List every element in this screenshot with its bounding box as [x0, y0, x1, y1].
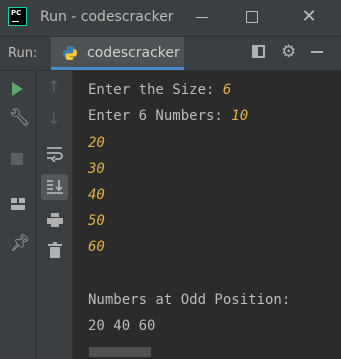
layout-panel-icon[interactable]: [11, 198, 25, 210]
run-label: Run:: [8, 46, 38, 61]
soft-wrap-icon[interactable]: [46, 146, 64, 162]
print-icon[interactable]: [47, 213, 63, 227]
minimize-button[interactable]: [196, 17, 208, 18]
hide-icon[interactable]: [311, 51, 323, 53]
numbers-prompt: Enter 6 Numbers:: [88, 108, 232, 124]
pin-icon[interactable]: 📌︎: [10, 233, 30, 252]
horizontal-scrollbar[interactable]: [89, 347, 151, 357]
size-input: 6: [222, 82, 232, 98]
run-actions-sidebar: 🔧︎ 📌︎: [0, 71, 37, 359]
number-input: 10: [231, 108, 249, 124]
active-tab-indicator: [51, 67, 184, 70]
wrench-icon[interactable]: 🔧︎: [9, 108, 31, 128]
number-input: 60: [88, 239, 105, 255]
down-arrow-icon[interactable]: ↓: [47, 109, 60, 128]
tab-codescracker[interactable]: codescracker: [51, 37, 184, 70]
maximize-button[interactable]: [246, 11, 258, 23]
stop-icon[interactable]: [11, 153, 23, 165]
console-line: Enter the Size: 6: [88, 82, 231, 99]
result-values: 20 40 60: [88, 318, 156, 334]
tab-label: codescracker: [87, 45, 180, 61]
title-bar: PC Run - codescracker ✕: [0, 0, 341, 37]
number-input: 30: [88, 161, 105, 177]
trash-icon[interactable]: [48, 242, 62, 258]
python-icon: [63, 46, 77, 60]
number-input: 40: [88, 187, 105, 203]
app-logo-text: PC: [11, 9, 22, 17]
run-icon[interactable]: [12, 82, 23, 96]
up-arrow-icon[interactable]: ↑: [47, 77, 60, 96]
gear-icon[interactable]: ⚙: [281, 42, 296, 62]
number-input: 50: [88, 213, 105, 229]
console-output[interactable]: Enter the Size: 6 Enter 6 Numbers: 10 20…: [73, 71, 341, 359]
scroll-to-end-icon[interactable]: [46, 179, 64, 195]
size-prompt: Enter the Size:: [88, 82, 223, 98]
result-label: Numbers at Odd Position:: [88, 292, 291, 308]
number-input: 20: [88, 135, 105, 151]
close-button[interactable]: ✕: [298, 6, 320, 28]
console-actions-sidebar: ↑ ↓: [37, 71, 73, 359]
console-line: Enter 6 Numbers: 10: [88, 108, 248, 125]
pycharm-logo-icon: PC: [8, 7, 27, 26]
window-title: Run - codescracker: [40, 9, 174, 25]
restore-layout-icon[interactable]: [252, 45, 265, 58]
